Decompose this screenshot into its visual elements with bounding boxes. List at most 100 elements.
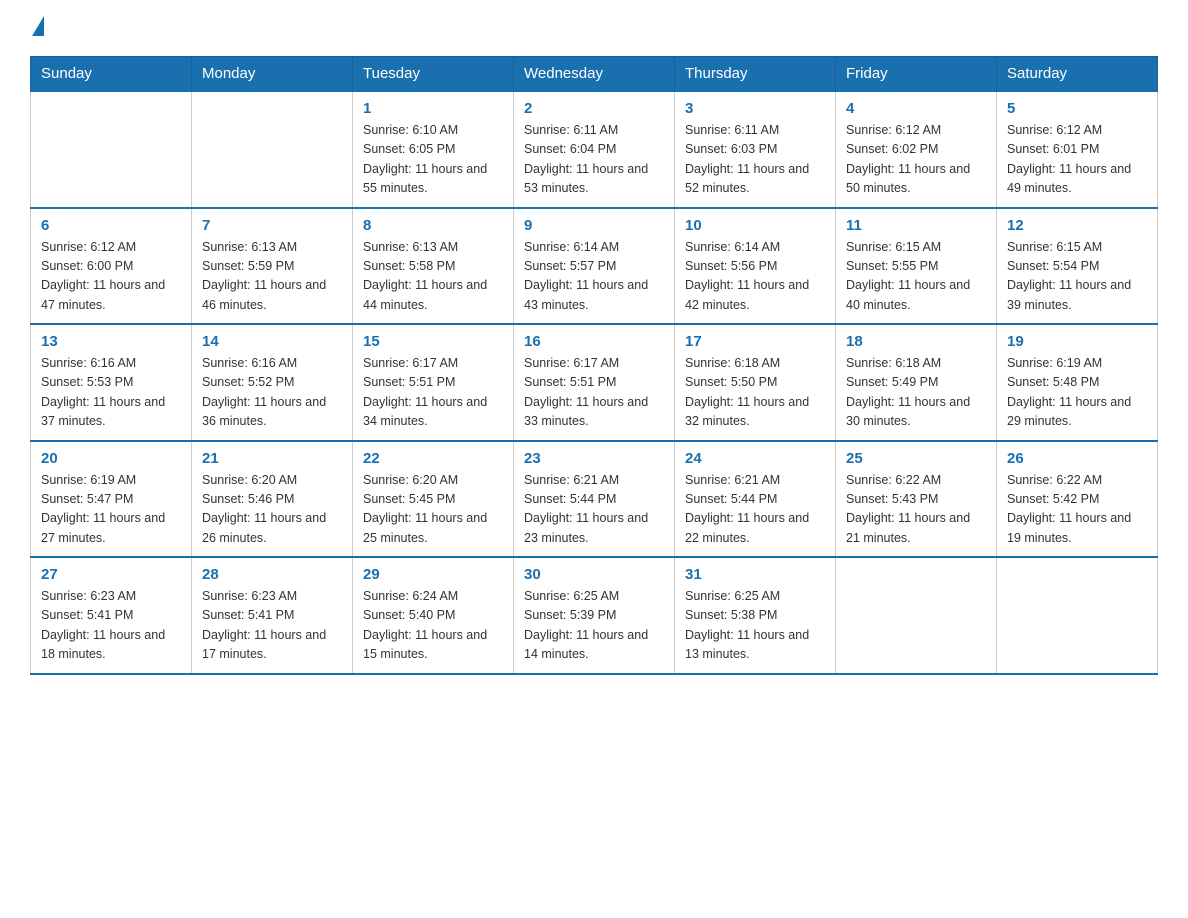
logo [30, 20, 44, 36]
logo-triangle-icon [32, 16, 44, 36]
weekday-header-monday: Monday [192, 57, 353, 92]
day-number: 18 [846, 333, 986, 350]
day-number: 11 [846, 217, 986, 234]
day-number: 3 [685, 100, 825, 117]
day-info: Sunrise: 6:25 AMSunset: 5:39 PMDaylight:… [524, 587, 664, 665]
calendar-cell: 13 Sunrise: 6:16 AMSunset: 5:53 PMDayligh… [31, 324, 192, 441]
weekday-header-tuesday: Tuesday [353, 57, 514, 92]
calendar-cell: 24 Sunrise: 6:21 AMSunset: 5:44 PMDayligh… [675, 441, 836, 558]
day-info: Sunrise: 6:15 AMSunset: 5:54 PMDaylight:… [1007, 238, 1147, 316]
weekday-header-saturday: Saturday [997, 57, 1158, 92]
calendar-cell: 31Sunrise: 6:25 AMSunset: 5:38 PMDayligh… [675, 557, 836, 674]
day-info: Sunrise: 6:15 AMSunset: 5:55 PMDaylight:… [846, 238, 986, 316]
day-number: 7 [202, 217, 342, 234]
day-number: 20 [41, 450, 181, 467]
day-number: 2 [524, 100, 664, 117]
day-number: 24 [685, 450, 825, 467]
day-number: 4 [846, 100, 986, 117]
calendar-week-row: 13 Sunrise: 6:16 AMSunset: 5:53 PMDayligh… [31, 324, 1158, 441]
calendar-cell: 5 Sunrise: 6:12 AMSunset: 6:01 PMDaylight… [997, 91, 1158, 208]
calendar-cell [192, 91, 353, 208]
calendar-cell: 11 Sunrise: 6:15 AMSunset: 5:55 PMDayligh… [836, 208, 997, 325]
day-info: Sunrise: 6:23 AMSunset: 5:41 PMDaylight:… [41, 587, 181, 665]
day-info: Sunrise: 6:17 AMSunset: 5:51 PMDaylight:… [363, 354, 503, 432]
day-number: 10 [685, 217, 825, 234]
calendar-cell: 6 Sunrise: 6:12 AMSunset: 6:00 PMDaylight… [31, 208, 192, 325]
calendar-cell: 28Sunrise: 6:23 AMSunset: 5:41 PMDayligh… [192, 557, 353, 674]
weekday-header-wednesday: Wednesday [514, 57, 675, 92]
day-info: Sunrise: 6:13 AMSunset: 5:59 PMDaylight:… [202, 238, 342, 316]
day-number: 5 [1007, 100, 1147, 117]
calendar-cell: 3 Sunrise: 6:11 AMSunset: 6:03 PMDaylight… [675, 91, 836, 208]
day-number: 15 [363, 333, 503, 350]
calendar-week-row: 20 Sunrise: 6:19 AMSunset: 5:47 PMDayligh… [31, 441, 1158, 558]
calendar-cell: 18 Sunrise: 6:18 AMSunset: 5:49 PMDayligh… [836, 324, 997, 441]
day-info: Sunrise: 6:19 AMSunset: 5:47 PMDaylight:… [41, 471, 181, 549]
calendar-cell: 26 Sunrise: 6:22 AMSunset: 5:42 PMDayligh… [997, 441, 1158, 558]
calendar-cell [836, 557, 997, 674]
day-info: Sunrise: 6:22 AMSunset: 5:42 PMDaylight:… [1007, 471, 1147, 549]
calendar-cell: 16 Sunrise: 6:17 AMSunset: 5:51 PMDayligh… [514, 324, 675, 441]
calendar-cell: 22Sunrise: 6:20 AMSunset: 5:45 PMDayligh… [353, 441, 514, 558]
day-number: 19 [1007, 333, 1147, 350]
day-info: Sunrise: 6:12 AMSunset: 6:01 PMDaylight:… [1007, 121, 1147, 199]
day-number: 23 [524, 450, 664, 467]
calendar-cell: 8 Sunrise: 6:13 AMSunset: 5:58 PMDaylight… [353, 208, 514, 325]
day-number: 16 [524, 333, 664, 350]
calendar-week-row: 27 Sunrise: 6:23 AMSunset: 5:41 PMDayligh… [31, 557, 1158, 674]
day-info: Sunrise: 6:12 AMSunset: 6:02 PMDaylight:… [846, 121, 986, 199]
calendar-cell [997, 557, 1158, 674]
day-info: Sunrise: 6:14 AMSunset: 5:57 PMDaylight:… [524, 238, 664, 316]
weekday-header-thursday: Thursday [675, 57, 836, 92]
day-info: Sunrise: 6:13 AMSunset: 5:58 PMDaylight:… [363, 238, 503, 316]
page-header [30, 20, 1158, 36]
calendar-header-row: SundayMondayTuesdayWednesdayThursdayFrid… [31, 57, 1158, 92]
day-info: Sunrise: 6:10 AMSunset: 6:05 PMDaylight:… [363, 121, 503, 199]
day-number: 31 [685, 566, 825, 583]
day-info: Sunrise: 6:21 AMSunset: 5:44 PMDaylight:… [524, 471, 664, 549]
day-info: Sunrise: 6:18 AMSunset: 5:49 PMDaylight:… [846, 354, 986, 432]
day-info: Sunrise: 6:11 AMSunset: 6:04 PMDaylight:… [524, 121, 664, 199]
calendar-cell: 1 Sunrise: 6:10 AMSunset: 6:05 PMDaylight… [353, 91, 514, 208]
calendar-cell: 27 Sunrise: 6:23 AMSunset: 5:41 PMDayligh… [31, 557, 192, 674]
calendar-table: SundayMondayTuesdayWednesdayThursdayFrid… [30, 56, 1158, 675]
day-number: 27 [41, 566, 181, 583]
day-number: 8 [363, 217, 503, 234]
day-number: 12 [1007, 217, 1147, 234]
calendar-week-row: 1 Sunrise: 6:10 AMSunset: 6:05 PMDaylight… [31, 91, 1158, 208]
day-info: Sunrise: 6:19 AMSunset: 5:48 PMDaylight:… [1007, 354, 1147, 432]
calendar-cell: 12 Sunrise: 6:15 AMSunset: 5:54 PMDayligh… [997, 208, 1158, 325]
day-info: Sunrise: 6:16 AMSunset: 5:52 PMDaylight:… [202, 354, 342, 432]
weekday-header-sunday: Sunday [31, 57, 192, 92]
day-number: 28 [202, 566, 342, 583]
day-number: 26 [1007, 450, 1147, 467]
day-number: 13 [41, 333, 181, 350]
day-number: 25 [846, 450, 986, 467]
calendar-cell: 4 Sunrise: 6:12 AMSunset: 6:02 PMDaylight… [836, 91, 997, 208]
calendar-cell: 17Sunrise: 6:18 AMSunset: 5:50 PMDayligh… [675, 324, 836, 441]
day-number: 14 [202, 333, 342, 350]
day-number: 17 [685, 333, 825, 350]
weekday-header-friday: Friday [836, 57, 997, 92]
day-number: 29 [363, 566, 503, 583]
calendar-cell: 21Sunrise: 6:20 AMSunset: 5:46 PMDayligh… [192, 441, 353, 558]
day-info: Sunrise: 6:22 AMSunset: 5:43 PMDaylight:… [846, 471, 986, 549]
calendar-cell: 20 Sunrise: 6:19 AMSunset: 5:47 PMDayligh… [31, 441, 192, 558]
day-number: 21 [202, 450, 342, 467]
calendar-cell [31, 91, 192, 208]
calendar-cell: 23 Sunrise: 6:21 AMSunset: 5:44 PMDayligh… [514, 441, 675, 558]
calendar-week-row: 6 Sunrise: 6:12 AMSunset: 6:00 PMDaylight… [31, 208, 1158, 325]
day-info: Sunrise: 6:11 AMSunset: 6:03 PMDaylight:… [685, 121, 825, 199]
calendar-cell: 7 Sunrise: 6:13 AMSunset: 5:59 PMDaylight… [192, 208, 353, 325]
day-info: Sunrise: 6:12 AMSunset: 6:00 PMDaylight:… [41, 238, 181, 316]
calendar-cell: 15 Sunrise: 6:17 AMSunset: 5:51 PMDayligh… [353, 324, 514, 441]
day-info: Sunrise: 6:16 AMSunset: 5:53 PMDaylight:… [41, 354, 181, 432]
day-info: Sunrise: 6:14 AMSunset: 5:56 PMDaylight:… [685, 238, 825, 316]
calendar-cell: 25 Sunrise: 6:22 AMSunset: 5:43 PMDayligh… [836, 441, 997, 558]
day-info: Sunrise: 6:17 AMSunset: 5:51 PMDaylight:… [524, 354, 664, 432]
day-number: 6 [41, 217, 181, 234]
calendar-cell: 2 Sunrise: 6:11 AMSunset: 6:04 PMDaylight… [514, 91, 675, 208]
day-number: 1 [363, 100, 503, 117]
day-info: Sunrise: 6:21 AMSunset: 5:44 PMDaylight:… [685, 471, 825, 549]
calendar-cell: 9Sunrise: 6:14 AMSunset: 5:57 PMDaylight… [514, 208, 675, 325]
